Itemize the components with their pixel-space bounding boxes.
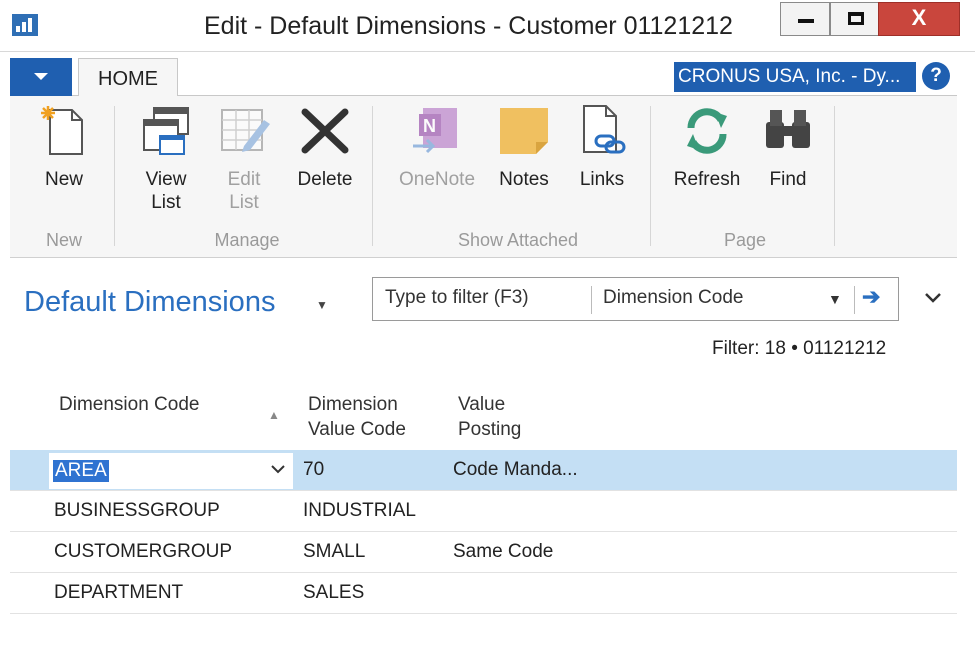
filter-status: Filter: 18 • 01121212 xyxy=(712,338,887,359)
close-button[interactable]: X xyxy=(878,2,960,36)
dimension-code-cell[interactable]: BUSINESSGROUP xyxy=(54,500,220,522)
help-icon[interactable]: ? xyxy=(922,62,950,90)
group-label-page: Page xyxy=(723,230,767,250)
table-row[interactable]: DEPARTMENT SALES xyxy=(10,573,957,614)
window-titlebar: Edit - Default Dimensions - Customer 011… xyxy=(0,0,975,52)
ribbon-separator xyxy=(372,106,373,246)
group-label-show-attached: Show Attached xyxy=(457,230,579,250)
dimension-value-code-cell[interactable]: SALES xyxy=(303,582,364,604)
ribbon-separator xyxy=(834,106,835,246)
group-label-new: New xyxy=(45,230,82,250)
maximize-button[interactable] xyxy=(830,2,880,36)
edit-list-icon xyxy=(216,102,272,158)
dimension-code-cell[interactable]: DEPARTMENT xyxy=(54,582,183,604)
refresh-icon xyxy=(679,102,735,158)
dimension-value-code-cell[interactable]: 70 xyxy=(303,459,324,481)
svg-text:N: N xyxy=(423,116,436,136)
refresh-button[interactable]: Refresh xyxy=(670,102,744,191)
arrow-right-icon[interactable]: ➔ xyxy=(862,284,880,310)
links-button[interactable]: Links xyxy=(572,102,632,191)
close-icon: X xyxy=(911,5,927,30)
onenote-button[interactable]: N OneNote xyxy=(392,102,482,191)
table-row[interactable]: CUSTOMERGROUP SMALL Same Code xyxy=(10,532,957,573)
table-row[interactable]: AREA 70 Code Manda... xyxy=(10,450,957,491)
delete-button[interactable]: Delete xyxy=(292,102,358,191)
minimize-icon xyxy=(798,19,814,23)
dimension-code-field[interactable]: AREA xyxy=(48,452,294,490)
dimension-code-cell[interactable]: CUSTOMERGROUP xyxy=(54,541,232,563)
edit-list-button[interactable]: Edit List xyxy=(214,102,274,214)
link-document-icon xyxy=(574,102,630,158)
maximize-icon xyxy=(848,12,864,25)
app-icon xyxy=(12,14,38,36)
column-header-dimension-value-code[interactable]: Dimension Value Code xyxy=(308,392,406,442)
company-selector[interactable]: CRONUS USA, Inc. - Dy... xyxy=(674,62,916,92)
view-list-button[interactable]: View List xyxy=(136,102,196,214)
filter-field-select[interactable]: Dimension Code xyxy=(603,287,743,309)
dimension-value-code-cell[interactable]: INDUSTRIAL xyxy=(303,500,416,522)
tab-home[interactable]: HOME xyxy=(78,58,178,97)
delete-x-icon xyxy=(297,102,353,158)
filter-input[interactable]: Type to filter (F3) xyxy=(385,287,529,309)
caret-down-icon xyxy=(34,73,48,80)
dimension-value-code-cell[interactable]: SMALL xyxy=(303,541,365,563)
ribbon-separator xyxy=(114,106,115,246)
new-button[interactable]: New xyxy=(34,102,94,191)
page-title[interactable]: Default Dimensions xyxy=(24,286,275,319)
collapse-filter-icon[interactable] xyxy=(924,288,942,309)
notes-button[interactable]: Notes xyxy=(494,102,554,191)
new-document-icon xyxy=(36,102,92,158)
chevron-down-icon[interactable] xyxy=(271,461,285,478)
find-button[interactable]: Find xyxy=(758,102,818,191)
table-row[interactable]: BUSINESSGROUP INDUSTRIAL xyxy=(10,491,957,532)
chevron-down-icon[interactable]: ▼ xyxy=(828,291,842,307)
ribbon-tabbar: HOME CRONUS USA, Inc. - Dy... ? xyxy=(10,56,957,97)
new-button-label: New xyxy=(44,169,83,190)
title-dropdown-icon[interactable]: ▼ xyxy=(316,298,328,312)
sort-ascending-icon: ▲ xyxy=(268,408,280,422)
application-menu-button[interactable] xyxy=(10,58,72,96)
minimize-button[interactable] xyxy=(780,2,830,36)
value-posting-cell[interactable]: Code Manda... xyxy=(453,459,578,481)
ribbon-separator xyxy=(650,106,651,246)
view-list-icon xyxy=(138,102,194,158)
group-label-manage: Manage xyxy=(214,230,280,250)
column-header-dimension-code[interactable]: Dimension Code xyxy=(59,392,199,417)
ribbon: New New View List Edit List Delete Manag… xyxy=(10,96,957,258)
column-header-value-posting[interactable]: Value Posting xyxy=(458,392,521,442)
filter-bar: Type to filter (F3) Dimension Code ▼ ➔ xyxy=(372,277,899,321)
binoculars-icon xyxy=(760,102,816,158)
onenote-icon: N xyxy=(409,102,465,158)
sticky-note-icon xyxy=(496,102,552,158)
table-header: Dimension Code ▲ Dimension Value Code Va… xyxy=(10,390,957,450)
window-title: Edit - Default Dimensions - Customer 011… xyxy=(204,12,733,40)
value-posting-cell[interactable]: Same Code xyxy=(453,541,553,563)
